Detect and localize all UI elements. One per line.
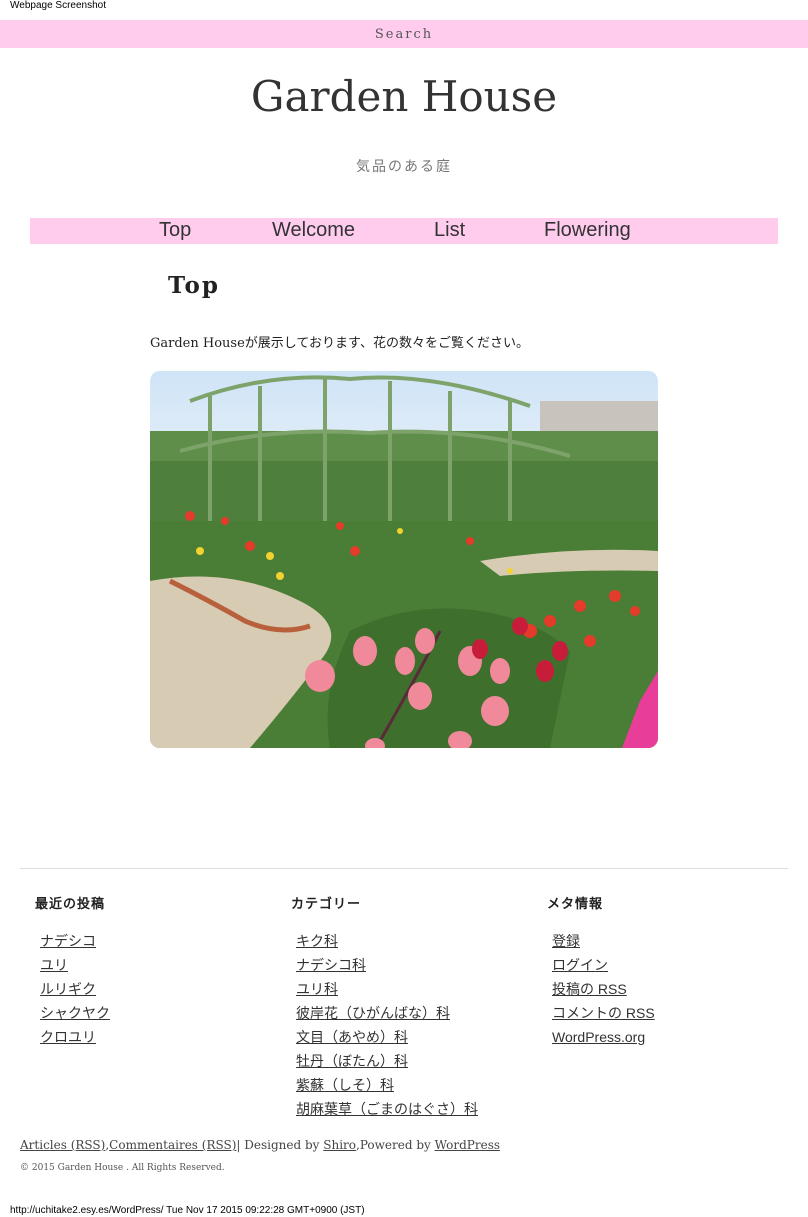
list-item: 胡麻葉草（ごまのはぐさ）科 [296, 1098, 478, 1122]
list-item: 牡丹（ぼたん）科 [296, 1050, 478, 1074]
meta-title: メタ情報 [547, 897, 604, 912]
garden-photo-illustration [150, 371, 658, 748]
recent-posts-title: 最近の投稿 [35, 897, 106, 912]
list-item: クロユリ [40, 1026, 110, 1050]
list-item: 彼岸花（ひがんばな）科 [296, 1002, 478, 1026]
list-item: 登録 [552, 930, 655, 954]
category-link[interactable]: ユリ科 [296, 981, 338, 997]
copyright: © 2015 Garden House . All Rights Reserve… [20, 1163, 225, 1173]
recent-post-link[interactable]: ナデシコ [40, 933, 96, 949]
recent-post-link[interactable]: クロユリ [40, 1029, 96, 1045]
list-item: 文目（あやめ）科 [296, 1026, 478, 1050]
footer-divider [20, 868, 788, 869]
nav-item-top[interactable]: Top [159, 218, 191, 244]
category-link[interactable]: ナデシコ科 [296, 957, 366, 973]
nav-item-list[interactable]: List [434, 218, 465, 244]
intro-text: Garden Houseが展示しております、花の数々をご覧ください。 [150, 336, 529, 351]
list-item: 投稿の RSS [552, 978, 655, 1002]
page-title: Top [168, 272, 220, 299]
category-link[interactable]: 牡丹（ぼたん）科 [296, 1053, 408, 1069]
nav-item-flowering[interactable]: Flowering [544, 218, 631, 244]
meta-posts-rss-link[interactable]: 投稿の RSS [552, 981, 627, 997]
search-bar[interactable]: Search [0, 20, 808, 48]
categories-list: キク科 ナデシコ科 ユリ科 彼岸花（ひがんばな）科 文目（あやめ）科 牡丹（ぼた… [296, 930, 478, 1122]
category-link[interactable]: キク科 [296, 933, 338, 949]
screenshot-caption: Webpage Screenshot [10, 0, 106, 11]
meta-comments-rss-link[interactable]: コメントの RSS [552, 1005, 655, 1021]
site-tagline: 気品のある庭 [356, 159, 452, 175]
meta-register-link[interactable]: 登録 [552, 933, 580, 949]
category-link[interactable]: 彼岸花（ひがんばな）科 [296, 1005, 450, 1021]
category-link[interactable]: 紫蘇（しそ）科 [296, 1077, 394, 1093]
recent-post-link[interactable]: シャクヤク [40, 1005, 110, 1021]
list-item: ナデシコ [40, 930, 110, 954]
list-item: キク科 [296, 930, 478, 954]
capture-info: http://uchitake2.esy.es/WordPress/ Tue N… [10, 1205, 365, 1216]
categories-title: カテゴリー [291, 897, 362, 912]
footer-credits: Articles (RSS),Commentaires (RSS)| Desig… [20, 1138, 500, 1152]
comments-rss-link[interactable]: Commentaires (RSS) [109, 1138, 236, 1152]
list-item: ナデシコ科 [296, 954, 478, 978]
garden-photo [150, 371, 658, 748]
meta-login-link[interactable]: ログイン [552, 957, 608, 973]
designed-by-text: | Designed by [236, 1138, 324, 1152]
list-item: ユリ [40, 954, 110, 978]
articles-rss-link[interactable]: Articles (RSS) [20, 1138, 105, 1152]
search-label[interactable]: Search [375, 27, 433, 42]
recent-post-link[interactable]: ルリギク [40, 981, 96, 997]
meta-list: 登録 ログイン 投稿の RSS コメントの RSS WordPress.org [552, 930, 655, 1050]
recent-post-link[interactable]: ユリ [40, 957, 68, 973]
powered-by-text: ,Powered by [356, 1138, 435, 1152]
category-link[interactable]: 胡麻葉草（ごまのはぐさ）科 [296, 1101, 478, 1117]
nav-item-welcome[interactable]: Welcome [272, 218, 355, 244]
platform-link[interactable]: WordPress [435, 1138, 500, 1152]
list-item: 紫蘇（しそ）科 [296, 1074, 478, 1098]
list-item: コメントの RSS [552, 1002, 655, 1026]
list-item: ログイン [552, 954, 655, 978]
site-title[interactable]: Garden House [0, 72, 808, 121]
designer-link[interactable]: Shiro [323, 1138, 356, 1152]
list-item: WordPress.org [552, 1026, 655, 1050]
main-nav: Top Welcome List Flowering [30, 218, 778, 244]
recent-posts-list: ナデシコ ユリ ルリギク シャクヤク クロユリ [40, 930, 110, 1050]
meta-wordpress-link[interactable]: WordPress.org [552, 1029, 645, 1045]
list-item: シャクヤク [40, 1002, 110, 1026]
list-item: ユリ科 [296, 978, 478, 1002]
category-link[interactable]: 文目（あやめ）科 [296, 1029, 408, 1045]
list-item: ルリギク [40, 978, 110, 1002]
